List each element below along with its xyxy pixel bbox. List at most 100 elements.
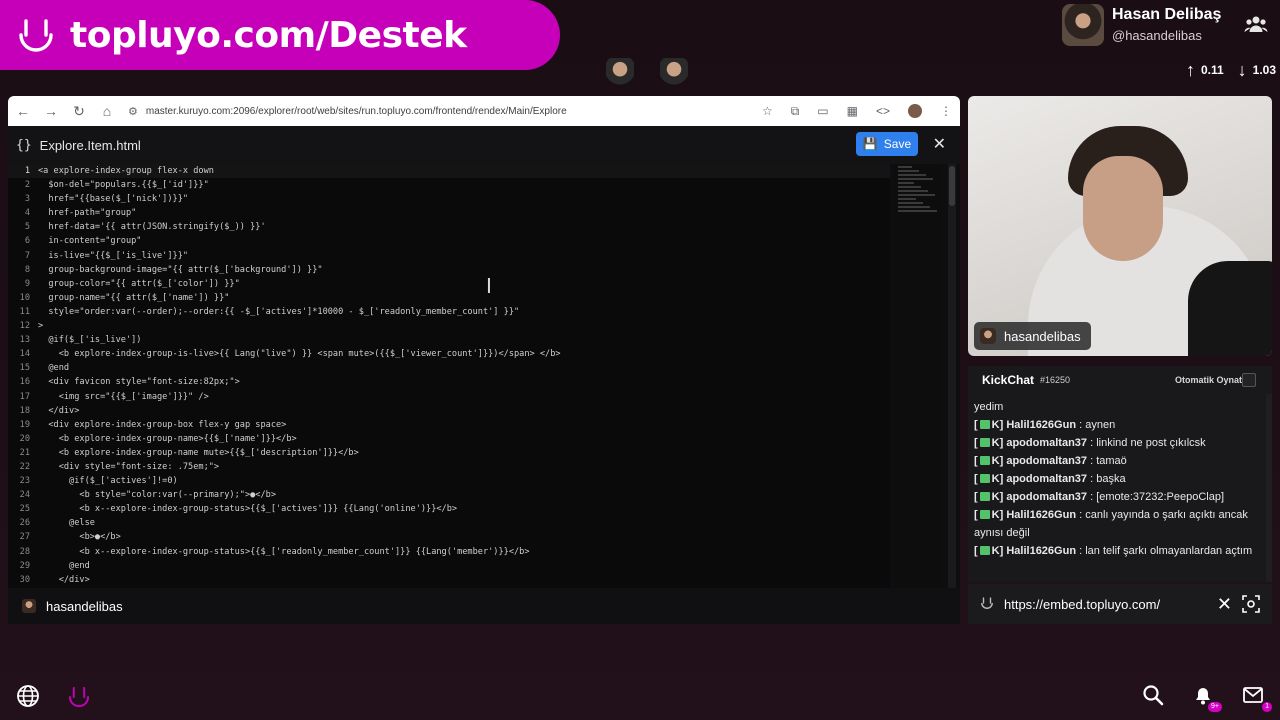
site-info-icon[interactable]: ⚙ xyxy=(128,105,138,118)
line-number: 4 xyxy=(24,208,30,219)
chat-username[interactable]: apodomaltan37 xyxy=(1006,437,1087,449)
code-line[interactable]: 8 group-background-image="{{ attr($_['ba… xyxy=(8,263,890,277)
globe-icon[interactable] xyxy=(16,684,40,708)
browser-footer: hasandelibas xyxy=(8,588,960,624)
code-line[interactable]: 1 <a explore-index-group flex-x down xyxy=(8,164,890,179)
code-line[interactable]: 29 @end xyxy=(8,559,890,573)
code-line[interactable]: 4 href-path="group" xyxy=(8,206,890,220)
cast-icon[interactable]: ▭ xyxy=(817,104,828,118)
code-line[interactable]: 5 href-data='{{ attr(JSON.stringify($_))… xyxy=(8,220,890,234)
code-line[interactable]: 10 group-name="{{ attr($_['name']) }}" xyxy=(8,291,890,305)
code-line[interactable]: 14 <b explore-index-group-is-live>{{ Lan… xyxy=(8,347,890,361)
line-number: 1 xyxy=(24,166,30,176)
reload-icon[interactable]: ↻ xyxy=(72,103,86,120)
code-line[interactable]: 11 style="order:var(--order);--order:{{ … xyxy=(8,305,890,319)
home-icon[interactable]: ⌂ xyxy=(100,103,114,119)
line-number: 2 xyxy=(24,180,30,191)
viewer-avatar[interactable] xyxy=(660,58,688,90)
code-minimap[interactable] xyxy=(894,164,942,588)
code-line[interactable]: 28 <b x--explore-index-group-status>{{$_… xyxy=(8,545,890,559)
line-number: 28 xyxy=(19,546,30,557)
chat-text: [emote:37232:PeepoClap] xyxy=(1096,491,1225,503)
code-text: <img src="{{$_['image']}}" /> xyxy=(38,391,209,402)
user-favicon xyxy=(980,328,996,344)
bookmark-star-icon[interactable]: ☆ xyxy=(762,104,773,118)
dock-left xyxy=(16,684,90,708)
code-line[interactable]: 3 href="{{base($_['nick'])}}" xyxy=(8,192,890,206)
code-line[interactable]: 26 @else xyxy=(8,516,890,530)
network-stats: ↑ 0.11 ↓ 1.03 xyxy=(1186,61,1280,79)
chat-message: [K] Halil1626Gun : canlı yayında o şarkı… xyxy=(974,509,1248,539)
chat-username[interactable]: apodomaltan37 xyxy=(1006,473,1087,485)
code-line[interactable]: 19 <div explore-index-group-box flex-y g… xyxy=(8,418,890,432)
code-line[interactable]: 25 <b x--explore-index-group-status>{{$_… xyxy=(8,502,890,516)
save-button[interactable]: 💾 Save xyxy=(856,132,918,156)
code-line[interactable]: 15 @end xyxy=(8,361,890,375)
line-number: 15 xyxy=(19,363,30,374)
code-text: href="{{base($_['nick'])}}" xyxy=(38,194,189,205)
support-banner[interactable]: topluyo.com/Destek xyxy=(0,0,560,70)
code-line[interactable]: 20 <b explore-index-group-name>{{$_['nam… xyxy=(8,432,890,446)
code-line[interactable]: 16 <div favicon style="font-size:82px;"> xyxy=(8,375,890,389)
mail-badge: 1 xyxy=(1262,702,1272,712)
line-number: 14 xyxy=(19,349,30,360)
code-line[interactable]: 17 <img src="{{$_['image']}}" /> xyxy=(8,390,890,404)
code-line[interactable]: 24 <b style="color:var(--primary);">●</b… xyxy=(8,488,890,502)
chat-username[interactable]: apodomaltan37 xyxy=(1006,491,1087,503)
code-line[interactable]: 18 </div> xyxy=(8,404,890,418)
code-line[interactable]: 23 @if($_['actives']!=0) xyxy=(8,474,890,488)
topluyo-home-icon[interactable] xyxy=(66,684,90,708)
code-line[interactable]: 2 $on-del="populars.{{$_['id']}}" xyxy=(8,178,890,192)
code-text: group-background-image="{{ attr($_['back… xyxy=(38,264,323,275)
code-line[interactable]: 6 in-content="group" xyxy=(8,234,890,248)
code-line[interactable]: 30 </div> xyxy=(8,573,890,587)
chat-scrollbar[interactable] xyxy=(1266,394,1272,582)
browser-menu-icon[interactable]: ⋮ xyxy=(940,104,952,118)
mail-icon[interactable]: 1 xyxy=(1242,684,1272,712)
address-bar[interactable]: ⚙ master.kuruyo.com:2096/explorer/root/w… xyxy=(128,105,748,118)
screenshot-icon[interactable] xyxy=(1242,595,1260,613)
platform-badge: [K] xyxy=(974,455,1004,467)
code-text: in-content="group" xyxy=(38,236,142,247)
chat-message: [K] apodomaltan37 : tamaö xyxy=(974,455,1127,467)
autoplay-checkbox[interactable] xyxy=(1242,373,1256,387)
devtools-icon[interactable]: <> xyxy=(876,104,890,118)
users-icon[interactable] xyxy=(1244,14,1268,34)
microphone xyxy=(1188,261,1272,356)
apps-icon[interactable]: ▦ xyxy=(847,104,858,118)
viewer-avatars xyxy=(606,58,688,90)
viewer-avatar[interactable] xyxy=(606,58,634,90)
close-icon[interactable]: ✕ xyxy=(933,134,946,154)
code-line[interactable]: 12 > xyxy=(8,319,890,333)
code-line[interactable]: 7 is-live="{{$_['is_live']}}" xyxy=(8,249,890,263)
code-editor[interactable]: 1 <a explore-index-group flex-x down 2 $on… xyxy=(8,164,890,588)
chat-username[interactable]: Halil1626Gun xyxy=(1006,419,1076,431)
chat-username[interactable]: Halil1626Gun xyxy=(1006,545,1076,557)
code-line[interactable]: 22 <div style="font-size: .75em;"> xyxy=(8,460,890,474)
code-text: <b explore-index-group-name mute>{{$_['d… xyxy=(38,447,359,458)
close-icon[interactable]: ✕ xyxy=(1217,594,1232,615)
chat-message: [K] apodomaltan37 : başka xyxy=(974,473,1126,485)
footer-username[interactable]: hasandelibas xyxy=(46,599,123,614)
embed-url[interactable]: https://embed.topluyo.com/ xyxy=(1004,597,1207,612)
code-line[interactable]: 13 @if($_['is_live']) xyxy=(8,333,890,347)
code-line[interactable]: 21 <b explore-index-group-name mute>{{$_… xyxy=(8,446,890,460)
chat-username[interactable]: apodomaltan37 xyxy=(1006,455,1087,467)
extensions-icon[interactable]: ⧉ xyxy=(791,104,800,119)
avatar[interactable] xyxy=(1062,4,1104,46)
code-line[interactable]: 27 <b>●</b> xyxy=(8,530,890,544)
bell-icon[interactable]: 9+ xyxy=(1192,684,1222,712)
notification-badge: 9+ xyxy=(1208,702,1222,712)
search-icon[interactable] xyxy=(1142,684,1166,708)
browser-window: ← → ↻ ⌂ ⚙ master.kuruyo.com:2096/explore… xyxy=(8,96,960,624)
chat-messages: yedim[K] Halil1626Gun : aynen[K] apodoma… xyxy=(968,394,1272,560)
editor-scrollbar[interactable] xyxy=(948,164,956,588)
chat-username[interactable]: Halil1626Gun xyxy=(1006,509,1076,521)
code-text: href-path="group" xyxy=(38,208,137,219)
forward-icon[interactable]: → xyxy=(44,103,58,119)
line-number: 20 xyxy=(19,433,30,444)
back-icon[interactable]: ← xyxy=(16,103,30,119)
platform-badge: [K] xyxy=(974,473,1004,485)
code-line[interactable]: 9 group-color="{{ attr($_['color']) }}" xyxy=(8,277,890,291)
browser-profile-avatar[interactable] xyxy=(908,104,922,118)
